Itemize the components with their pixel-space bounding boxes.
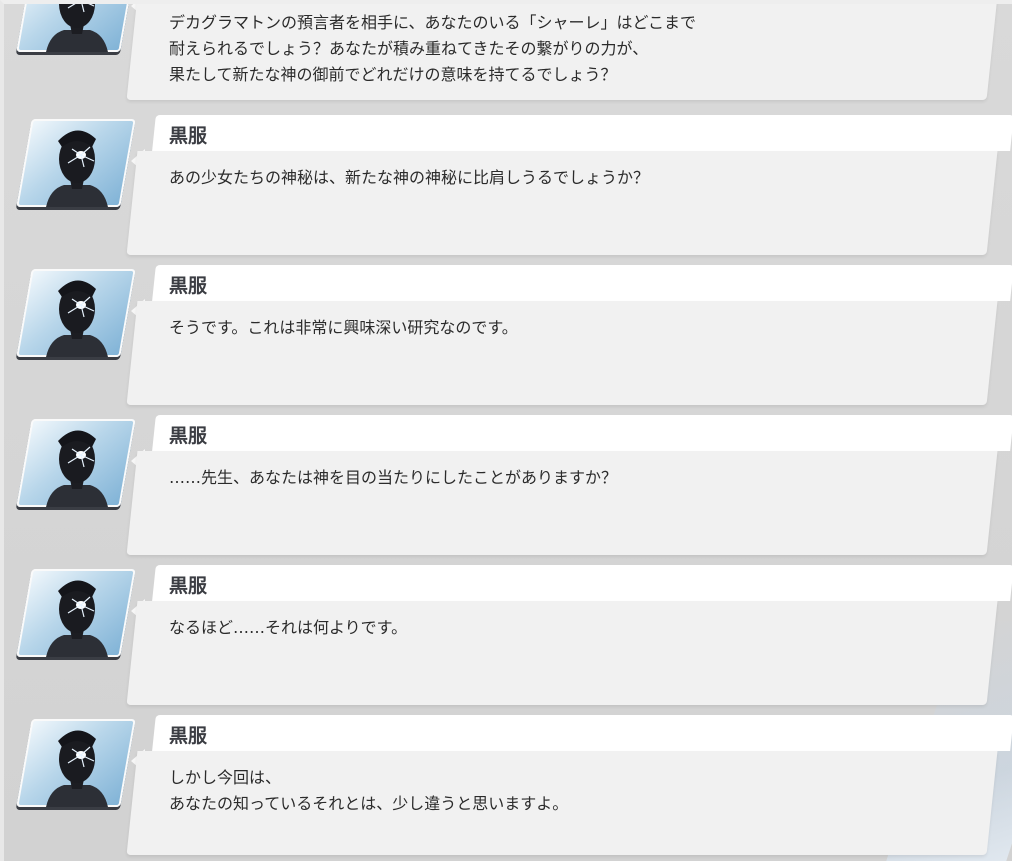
speaker-name: 黒服	[169, 725, 208, 747]
name-tab	[152, 265, 1012, 301]
dialogue-log[interactable]: デカグラマトンの預言者を相手に、あなたのいる「シャーレ」はどこまで 耐えられるで…	[0, 0, 1012, 861]
log-entry: 黒服 そうです。これは非常に興味深い研究なのです。	[4, 265, 1012, 409]
message-line: なるほど……それは何よりです。	[169, 618, 408, 637]
message-text: デカグラマトンの預言者を相手に、あなたのいる「シャーレ」はどこまで 耐えられるで…	[169, 10, 969, 88]
speaker-name: 黒服	[169, 425, 208, 447]
message-text: ……先生、あなたは神を目の当たりにしたことがありますか？	[169, 465, 969, 491]
message-line: ……先生、あなたは神を目の当たりにしたことがありますか？	[169, 468, 618, 487]
message-text: そうです。これは非常に興味深い研究なのです。	[169, 315, 969, 341]
message-text: なるほど……それは何よりです。	[169, 615, 969, 641]
speaker-name: 黒服	[169, 575, 208, 597]
speaker-name: 黒服	[169, 275, 208, 297]
log-entry: 黒服 しかし今回は、 あなたの知っているそれとは、少し違うと思いますよ。	[4, 715, 1012, 859]
speaker-portrait-icon	[16, 719, 136, 807]
log-entry: 黒服 あの少女たちの神秘は、新たな神の神秘に比肩しうるでしょうか？	[4, 115, 1012, 259]
message-text: あの少女たちの神秘は、新たな神の神秘に比肩しうるでしょうか？	[169, 165, 969, 191]
log-entry: デカグラマトンの預言者を相手に、あなたのいる「シャーレ」はどこまで 耐えられるで…	[4, 4, 1012, 104]
log-entry: 黒服 ……先生、あなたは神を目の当たりにしたことがありますか？	[4, 415, 1012, 559]
log-entry: 黒服 なるほど……それは何よりです。	[4, 565, 1012, 709]
speaker-portrait-icon	[16, 4, 136, 52]
name-tab	[152, 115, 1012, 151]
name-tab	[152, 715, 1012, 751]
name-tab	[152, 415, 1012, 451]
speaker-portrait-icon	[16, 119, 136, 207]
message-line: あの少女たちの神秘は、新たな神の神秘に比肩しうるでしょうか？	[169, 168, 650, 187]
message-line: しかし今回は、	[169, 768, 282, 787]
message-line: そうです。これは非常に興味深い研究なのです。	[169, 318, 518, 337]
message-line: あなたの知っているそれとは、少し違うと思いますよ。	[169, 794, 569, 813]
message-text: しかし今回は、 あなたの知っているそれとは、少し違うと思いますよ。	[169, 765, 969, 817]
message-line: 耐えられるでしょう？あなたが積み重ねてきたその繋がりの力が、	[169, 39, 649, 58]
speaker-portrait-icon	[16, 419, 136, 507]
speaker-portrait-icon	[16, 569, 136, 657]
name-tab	[152, 565, 1012, 601]
speaker-portrait-icon	[16, 269, 136, 357]
message-line: デカグラマトンの預言者を相手に、あなたのいる「シャーレ」はどこまで	[169, 13, 697, 32]
speaker-name: 黒服	[169, 125, 208, 147]
message-line: 果たして新たな神の御前でどれだけの意味を持てるでしょう？	[169, 65, 617, 84]
